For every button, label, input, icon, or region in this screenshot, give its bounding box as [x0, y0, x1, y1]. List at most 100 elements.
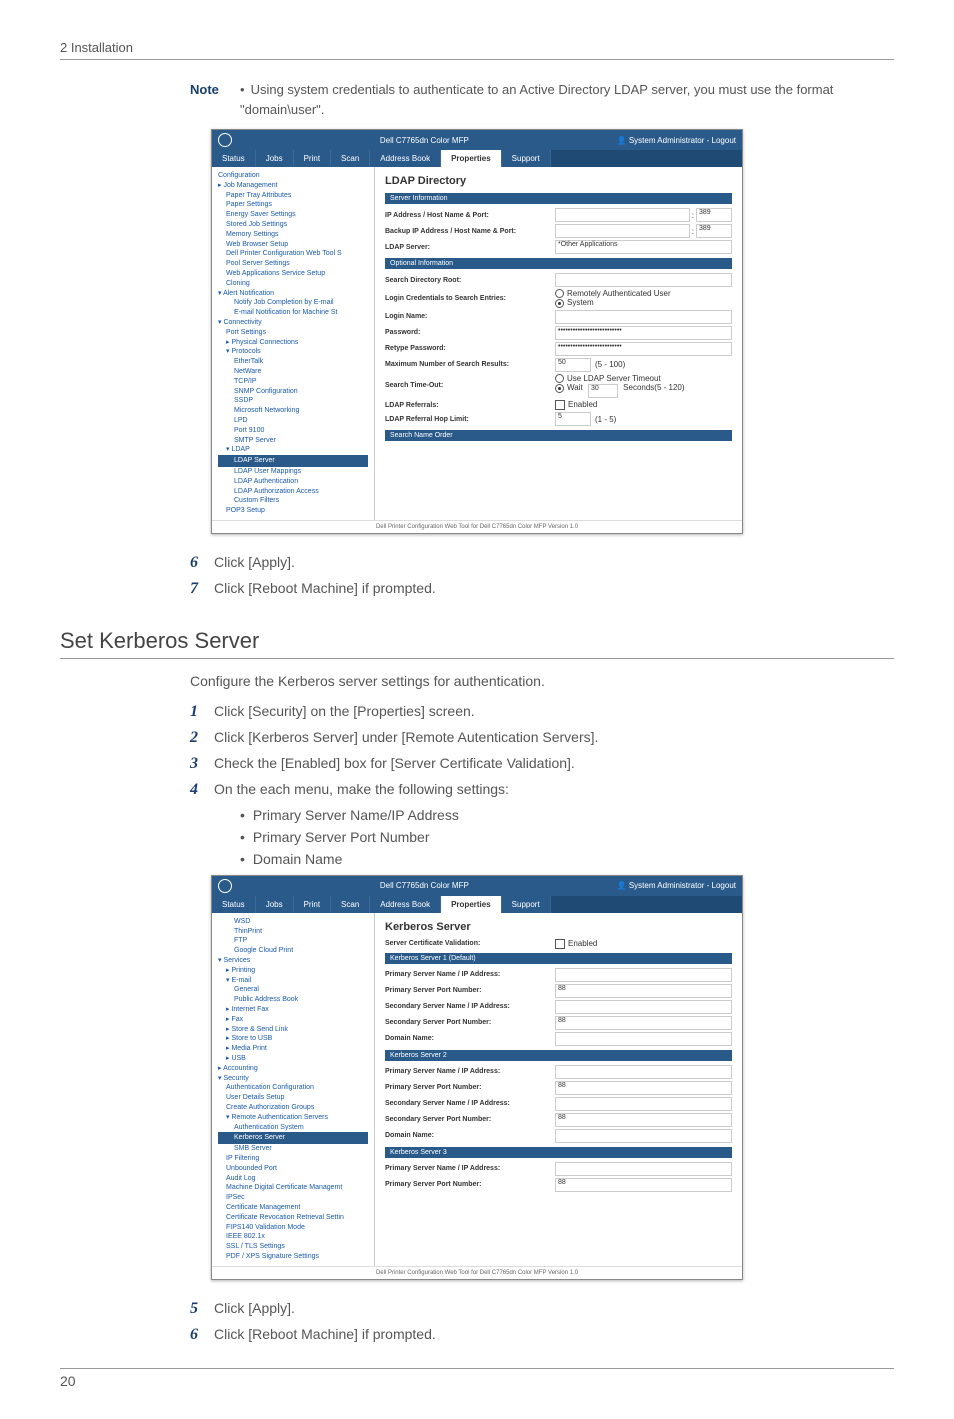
- nav-item[interactable]: ▾ Remote Authentication Servers: [218, 1113, 368, 1123]
- nav-item[interactable]: ▸ USB: [218, 1054, 368, 1064]
- nav-item[interactable]: User Details Setup: [218, 1093, 368, 1103]
- nav-item[interactable]: Cloning: [218, 279, 368, 289]
- radio-use-ldap-timeout[interactable]: [555, 374, 564, 383]
- nav-item[interactable]: ▾ Security: [218, 1074, 368, 1084]
- nav-item[interactable]: Notify Job Completion by E-mail: [218, 298, 368, 308]
- nav-item[interactable]: POP3 Setup: [218, 506, 368, 516]
- nav-item[interactable]: Certificate Management: [218, 1203, 368, 1213]
- psport-field-2[interactable]: 88: [555, 1081, 732, 1095]
- ldapserver-select[interactable]: *Other Applications: [555, 240, 732, 254]
- nav-item[interactable]: ▸ Store to USB: [218, 1034, 368, 1044]
- tab-status[interactable]: Status: [212, 896, 256, 913]
- nav-item[interactable]: ▸ Store & Send Link: [218, 1025, 368, 1035]
- tab-support[interactable]: Support: [502, 896, 551, 913]
- nav-item[interactable]: Authentication System: [218, 1123, 368, 1133]
- nav-item[interactable]: ThinPrint: [218, 927, 368, 937]
- tab-properties[interactable]: Properties: [441, 896, 502, 913]
- domain-field[interactable]: [555, 1032, 732, 1046]
- domain-field-2[interactable]: [555, 1129, 732, 1143]
- psport-field[interactable]: 88: [555, 984, 732, 998]
- nav-item[interactable]: ▾ Connectivity: [218, 318, 368, 328]
- nav-item[interactable]: IPSec: [218, 1193, 368, 1203]
- nav-item[interactable]: ▸ Internet Fax: [218, 1005, 368, 1015]
- nav-item[interactable]: Web Browser Setup: [218, 240, 368, 250]
- nav-item[interactable]: ▸ Media Print: [218, 1044, 368, 1054]
- hop-field[interactable]: 5: [555, 412, 591, 426]
- nav-item[interactable]: E-mail Notification for Machine St: [218, 308, 368, 318]
- nav-item[interactable]: LPD: [218, 416, 368, 426]
- nav-item[interactable]: IP Filtering: [218, 1154, 368, 1164]
- tab-print[interactable]: Print: [294, 150, 331, 167]
- nav-item[interactable]: Custom Filters: [218, 496, 368, 506]
- tab-print[interactable]: Print: [294, 896, 331, 913]
- psport-field-3[interactable]: 88: [555, 1178, 732, 1192]
- retype-field[interactable]: ••••••••••••••••••••••••••: [555, 342, 732, 356]
- maxr-field[interactable]: 50: [555, 358, 591, 372]
- nav-item[interactable]: ▾ Services: [218, 956, 368, 966]
- wait-field[interactable]: 30: [588, 384, 618, 398]
- nav-item[interactable]: ▾ LDAP: [218, 445, 368, 455]
- nav-item-ldap-server[interactable]: LDAP Server: [218, 455, 368, 467]
- nav-item[interactable]: Port Settings: [218, 328, 368, 338]
- nav-item[interactable]: Port 9100: [218, 426, 368, 436]
- tab-properties[interactable]: Properties: [441, 150, 502, 167]
- tab-support[interactable]: Support: [502, 150, 551, 167]
- nav-item[interactable]: Public Address Book: [218, 995, 368, 1005]
- radio-wait[interactable]: [555, 384, 564, 393]
- nav-item[interactable]: Dell Printer Configuration Web Tool S: [218, 249, 368, 259]
- login-field[interactable]: [555, 310, 732, 324]
- nav-item[interactable]: Paper Tray Attributes: [218, 191, 368, 201]
- backup-field[interactable]: [555, 224, 690, 238]
- tab-address-book[interactable]: Address Book: [370, 150, 441, 167]
- ssname-field[interactable]: [555, 1000, 732, 1014]
- nav-item[interactable]: Audit Log: [218, 1174, 368, 1184]
- nav-item[interactable]: SSDP: [218, 396, 368, 406]
- nav-item[interactable]: ▾ E-mail: [218, 976, 368, 986]
- nav-item[interactable]: ▸ Job Management: [218, 181, 368, 191]
- tab-scan[interactable]: Scan: [331, 150, 370, 167]
- nav-item[interactable]: Memory Settings: [218, 230, 368, 240]
- nav-item[interactable]: SMTP Server: [218, 436, 368, 446]
- password-field[interactable]: ••••••••••••••••••••••••••: [555, 326, 732, 340]
- nav-item[interactable]: ▸ Fax: [218, 1015, 368, 1025]
- psname-field-3[interactable]: [555, 1162, 732, 1176]
- ssport-field[interactable]: 88: [555, 1016, 732, 1030]
- nav-item[interactable]: LDAP Authorization Access: [218, 487, 368, 497]
- nav-item[interactable]: SNMP Configuration: [218, 387, 368, 397]
- nav-item[interactable]: LDAP Authentication: [218, 477, 368, 487]
- nav-item[interactable]: ▸ Accounting: [218, 1064, 368, 1074]
- ip-port-field[interactable]: 389: [696, 208, 732, 222]
- nav-item[interactable]: SSL / TLS Settings: [218, 1242, 368, 1252]
- nav-item[interactable]: Web Applications Service Setup: [218, 269, 368, 279]
- psname-field[interactable]: [555, 968, 732, 982]
- nav-item[interactable]: Paper Settings: [218, 200, 368, 210]
- tab-jobs[interactable]: Jobs: [256, 896, 294, 913]
- nav-item[interactable]: ▸ Printing: [218, 966, 368, 976]
- backup-port-field[interactable]: 389: [696, 224, 732, 238]
- tab-address-book[interactable]: Address Book: [370, 896, 441, 913]
- nav-item[interactable]: Machine Digital Certificate Managemt: [218, 1183, 368, 1193]
- tab-jobs[interactable]: Jobs: [256, 150, 294, 167]
- ssname-field-2[interactable]: [555, 1097, 732, 1111]
- nav-item[interactable]: NetWare: [218, 367, 368, 377]
- radio-remote[interactable]: [555, 289, 564, 298]
- nav-item[interactable]: PDF / XPS Signature Settings: [218, 1252, 368, 1262]
- nav-item[interactable]: WSD: [218, 917, 368, 927]
- nav-item[interactable]: FIPS140 Validation Mode: [218, 1223, 368, 1233]
- radio-system[interactable]: [555, 299, 564, 308]
- nav-item[interactable]: Stored Job Settings: [218, 220, 368, 230]
- nav-item[interactable]: Unbounded Port: [218, 1164, 368, 1174]
- ip-field[interactable]: [555, 208, 690, 222]
- tab-status[interactable]: Status: [212, 150, 256, 167]
- nav-item[interactable]: ▾ Alert Notification: [218, 289, 368, 299]
- nav-item[interactable]: Configuration: [218, 171, 368, 181]
- nav-item[interactable]: SMB Server: [218, 1144, 368, 1154]
- nav-item[interactable]: FTP: [218, 936, 368, 946]
- referrals-checkbox[interactable]: [555, 400, 565, 410]
- psname-field-2[interactable]: [555, 1065, 732, 1079]
- nav-item[interactable]: Microsoft Networking: [218, 406, 368, 416]
- nav-item[interactable]: Pool Server Settings: [218, 259, 368, 269]
- tab-scan[interactable]: Scan: [331, 896, 370, 913]
- cert-checkbox[interactable]: [555, 939, 565, 949]
- nav-item[interactable]: General: [218, 985, 368, 995]
